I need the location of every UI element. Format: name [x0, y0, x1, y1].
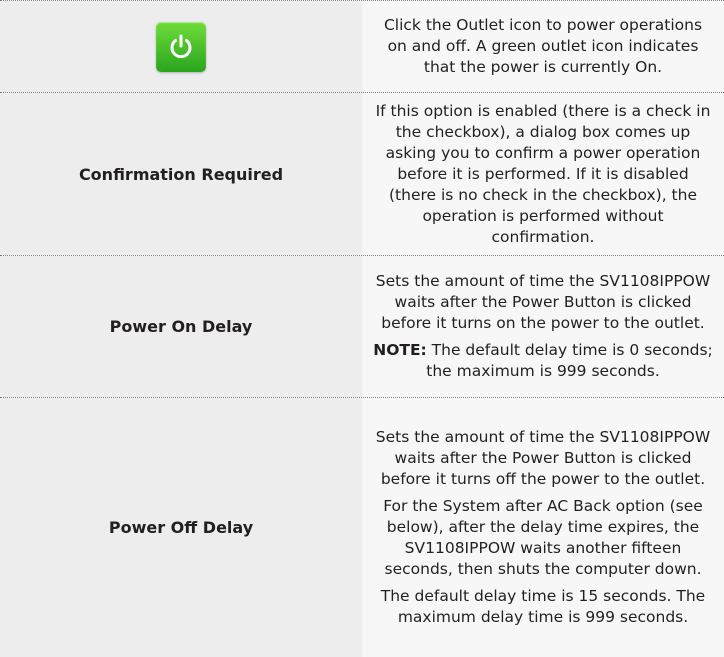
power-on-delay-description: Sets the amount of time the SV1108IPPOW …	[362, 256, 724, 397]
description-text: If this option is enabled (there is a ch…	[375, 101, 711, 246]
note-paragraph: NOTE: The default delay time is 0 second…	[372, 340, 714, 382]
power-outlet-icon[interactable]	[156, 21, 206, 72]
settings-table: Click the Outlet icon to power operation…	[0, 0, 724, 657]
power-symbol-icon	[170, 34, 192, 58]
power-off-delay-description: Sets the amount of time the SV1108IPPOW …	[362, 398, 724, 657]
power-on-delay-label-cell: Power On Delay	[0, 256, 362, 397]
confirmation-description: If this option is enabled (there is a ch…	[362, 93, 724, 255]
confirmation-required-label: Confirmation Required	[78, 164, 284, 184]
description-text: Sets the amount of time the SV1108IPPOW …	[375, 428, 711, 488]
confirmation-label-cell: Confirmation Required	[0, 93, 362, 255]
table-row-outlet: Click the Outlet icon to power operation…	[0, 0, 724, 92]
power-off-delay-label-cell: Power Off Delay	[0, 398, 362, 657]
description-text: The default delay time is 15 seconds. Th…	[380, 587, 706, 626]
note-text: The default delay time is 0 seconds; the…	[426, 341, 713, 380]
outlet-description: Click the Outlet icon to power operation…	[362, 1, 724, 92]
outlet-cell	[0, 1, 362, 92]
table-row-confirmation: Confirmation Required If this option is …	[0, 92, 724, 255]
description-text: Sets the amount of time the SV1108IPPOW …	[375, 272, 711, 332]
description-text: For the System after AC Back option (see…	[383, 497, 703, 578]
description-text: Click the Outlet icon to power operation…	[383, 16, 703, 76]
table-row-power-off-delay: Power Off Delay Sets the amount of time …	[0, 397, 724, 657]
power-off-delay-label: Power Off Delay	[108, 518, 254, 537]
power-on-delay-label: Power On Delay	[109, 317, 253, 336]
note-label: NOTE:	[373, 341, 427, 359]
table-row-power-on-delay: Power On Delay Sets the amount of time t…	[0, 255, 724, 397]
